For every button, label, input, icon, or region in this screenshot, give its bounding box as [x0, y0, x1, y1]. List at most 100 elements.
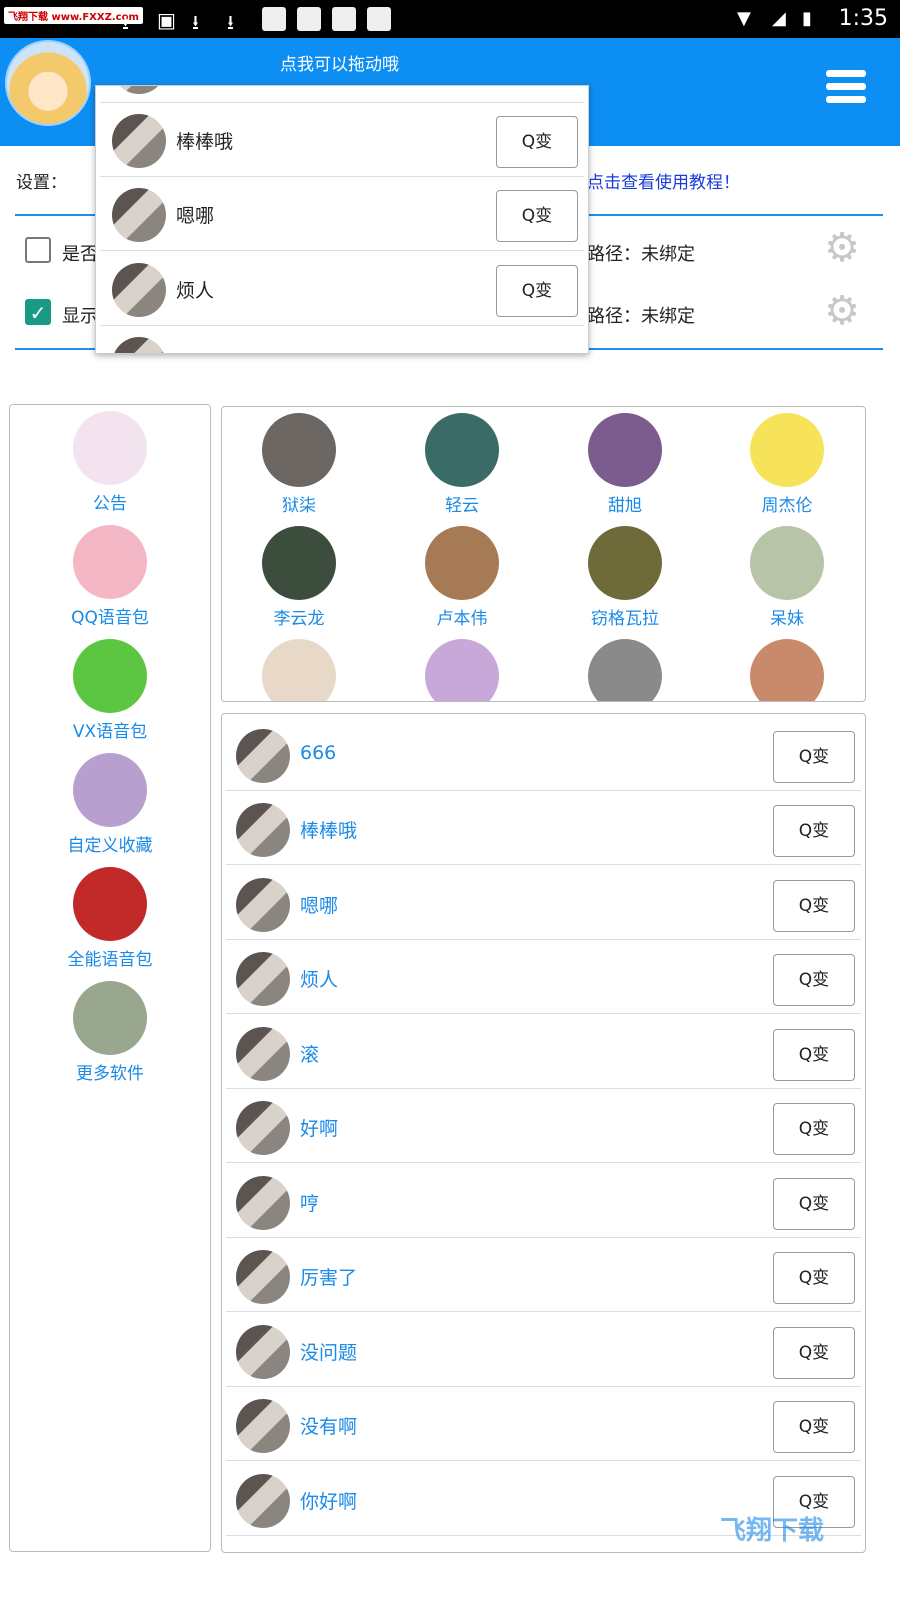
setting-checkbox-2[interactable]: ✓	[25, 299, 51, 325]
category-item[interactable]: QQ语音包	[10, 525, 210, 628]
floating-avatar[interactable]	[5, 40, 91, 126]
notification-icon	[262, 7, 286, 31]
voice-pack-avatar	[262, 413, 336, 487]
voice-pack-avatar	[588, 413, 662, 487]
status-bar: 飞翔下载 www.FXXZ.com ⭳ ▣ ⭳ ⭳ ▼ ◢ ▮ 1:35	[0, 0, 900, 38]
voice-avatar	[236, 1474, 290, 1528]
q-change-button[interactable]: Q变	[773, 880, 855, 932]
voice-pack-avatar	[588, 526, 662, 600]
notification-icon	[332, 7, 356, 31]
voice-avatar	[112, 263, 166, 317]
setting-checkbox-1[interactable]	[25, 237, 51, 263]
voice-avatar	[112, 86, 166, 94]
category-item[interactable]: 公告	[10, 411, 210, 514]
category-item[interactable]: 自定义收藏	[10, 753, 210, 856]
site-watermark: 飞翔下载	[720, 1516, 825, 1546]
voice-pack-avatar	[425, 639, 499, 701]
voice-avatar	[236, 952, 290, 1006]
category-item[interactable]: VX语音包	[10, 639, 210, 742]
voice-avatar	[112, 114, 166, 168]
battery-icon: ▮	[802, 8, 812, 29]
setting-label-1: 是否	[62, 244, 98, 265]
tutorial-link[interactable]: 点击查看使用教程！	[587, 168, 740, 193]
category-avatar	[73, 525, 147, 599]
voice-pack-item[interactable]	[565, 639, 685, 701]
wifi-icon: ▼	[737, 8, 751, 29]
list-item[interactable]: 棒棒哦 Q变	[100, 103, 584, 177]
list-item[interactable]: 哼 Q变	[226, 1164, 861, 1238]
voice-pack-item[interactable]: 狱柒	[239, 413, 359, 516]
setting-path-1: 路径：未绑定	[587, 244, 695, 265]
voice-pack-item[interactable]	[727, 639, 847, 701]
voice-list: 666 Q变 棒棒哦 Q变 嗯哪 Q变 烦人 Q变 滚 Q变 好啊 Q变 哼 Q变 厉害了 Q变…	[221, 713, 866, 1553]
voice-pack-item[interactable]: 窃格瓦拉	[565, 526, 685, 629]
voice-pack-avatar	[262, 639, 336, 701]
list-item[interactable]: 烦人 Q变	[100, 252, 584, 326]
voice-pack-grid: 狱柒 轻云 甜旭 周杰伦 李云龙 卢本伟 窃格瓦拉 呆妹	[221, 406, 866, 702]
gear-icon[interactable]: ⚙	[822, 228, 862, 268]
settings-label: 设置：	[16, 173, 67, 193]
voice-avatar	[112, 337, 166, 353]
voice-avatar	[236, 729, 290, 783]
voice-pack-avatar	[425, 413, 499, 487]
voice-avatar	[236, 1325, 290, 1379]
category-item[interactable]: 更多软件	[10, 981, 210, 1084]
voice-avatar	[236, 803, 290, 857]
voice-pack-item[interactable]: 李云龙	[239, 526, 359, 629]
list-item[interactable]: 666 Q变	[226, 717, 861, 791]
voice-pack-item[interactable]	[239, 639, 359, 701]
voice-pack-avatar	[750, 526, 824, 600]
voice-avatar	[236, 1101, 290, 1155]
clock: 1:35	[838, 6, 888, 31]
q-change-button[interactable]: Q变	[773, 1178, 855, 1230]
list-item[interactable]: 厉害了 Q变	[226, 1238, 861, 1312]
q-change-button[interactable]: Q变	[496, 190, 578, 242]
wechat-icon	[73, 639, 147, 713]
category-avatar	[73, 867, 147, 941]
voice-avatar	[236, 1027, 290, 1081]
gear-icon[interactable]: ⚙	[822, 291, 862, 331]
q-change-button[interactable]: Q变	[773, 1103, 855, 1155]
drag-hint: 点我可以拖动哦	[280, 55, 399, 75]
q-change-button[interactable]: Q变	[496, 265, 578, 317]
menu-icon[interactable]	[826, 70, 866, 116]
list-item[interactable]: 棒棒哦 Q变	[226, 791, 861, 865]
voice-pack-avatar	[262, 526, 336, 600]
list-item[interactable]: 好啊 Q变	[226, 1089, 861, 1163]
list-item[interactable]: 嗯哪 Q变	[100, 177, 584, 251]
list-item[interactable]: 滚 Q变	[226, 1015, 861, 1089]
voice-avatar	[236, 1176, 290, 1230]
category-panel: 公告 QQ语音包 VX语音包 自定义收藏 全能语音包 更多软件	[9, 404, 211, 1552]
voice-pack-avatar	[750, 413, 824, 487]
q-change-button[interactable]: Q变	[773, 805, 855, 857]
list-item[interactable]: 没有啊 Q变	[226, 1387, 861, 1461]
voice-pack-item[interactable]: 轻云	[402, 413, 522, 516]
notification-icon	[367, 7, 391, 31]
voice-pack-item[interactable]: 卢本伟	[402, 526, 522, 629]
category-item[interactable]: 全能语音包	[10, 867, 210, 970]
category-avatar	[73, 411, 147, 485]
voice-pack-avatar	[425, 526, 499, 600]
q-change-button[interactable]: Q变	[773, 1029, 855, 1081]
list-item[interactable]: 没问题 Q变	[226, 1313, 861, 1387]
q-change-button[interactable]: Q变	[773, 954, 855, 1006]
voice-pack-avatar	[588, 639, 662, 701]
voice-pack-item[interactable]: 呆妹	[727, 526, 847, 629]
voice-avatar	[236, 1399, 290, 1453]
list-item[interactable]: 烦人 Q变	[226, 940, 861, 1014]
notification-icon	[297, 7, 321, 31]
q-change-button[interactable]: Q变	[773, 1401, 855, 1453]
q-change-button[interactable]: Q变	[773, 731, 855, 783]
list-item	[100, 86, 584, 103]
list-item[interactable]: 嗯哪 Q变	[226, 866, 861, 940]
voice-pack-item[interactable]	[402, 639, 522, 701]
voice-pack-item[interactable]: 周杰伦	[727, 413, 847, 516]
floating-voice-popup[interactable]: 棒棒哦 Q变 嗯哪 Q变 烦人 Q变	[95, 85, 589, 354]
q-change-button[interactable]: Q变	[496, 116, 578, 168]
q-change-button[interactable]: Q变	[773, 1252, 855, 1304]
voice-pack-item[interactable]: 甜旭	[565, 413, 685, 516]
image-icon: ▣	[157, 8, 176, 32]
download-icon: ⭳	[122, 10, 129, 34]
setting-path-2: 路径：未绑定	[587, 306, 695, 327]
q-change-button[interactable]: Q变	[773, 1327, 855, 1379]
